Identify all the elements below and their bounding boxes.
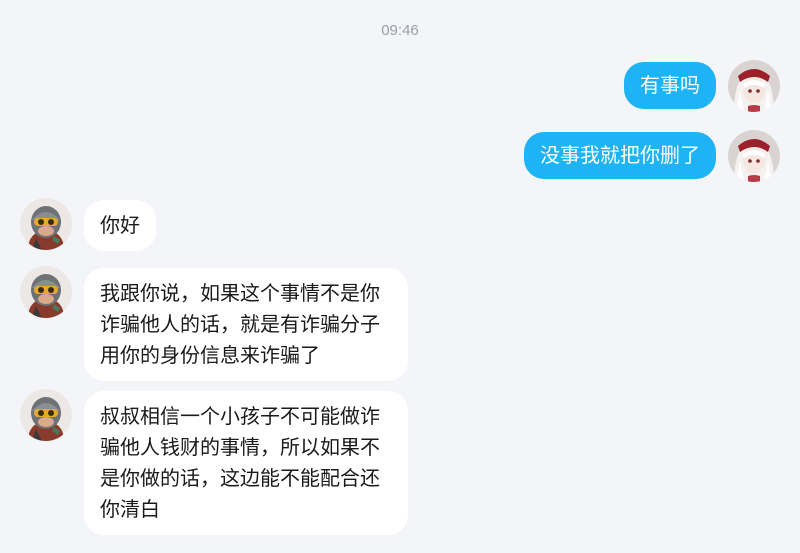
helmeted-character-avatar-icon	[20, 198, 72, 250]
contact-avatar[interactable]	[20, 266, 72, 318]
incoming-message-bubble[interactable]: 叔叔相信一个小孩子不可能做诈骗他人钱财的事情，所以如果不是你做的话，这边能不能配…	[84, 391, 408, 535]
outgoing-message-row: 有事吗	[624, 60, 780, 112]
message-timestamp: 09:46	[381, 22, 419, 39]
incoming-message-bubble[interactable]: 我跟你说，如果这个事情不是你诈骗他人的话，就是有诈骗分子用你的身份信息来诈骗了	[84, 268, 408, 381]
white-haired-girl-avatar-icon	[728, 60, 780, 112]
user-avatar[interactable]	[728, 130, 780, 182]
incoming-message-row: 我跟你说，如果这个事情不是你诈骗他人的话，就是有诈骗分子用你的身份信息来诈骗了	[20, 266, 408, 381]
contact-avatar[interactable]	[20, 389, 72, 441]
incoming-message-row: 你好	[20, 198, 156, 251]
contact-avatar[interactable]	[20, 198, 72, 250]
helmeted-character-avatar-icon	[20, 266, 72, 318]
incoming-message-bubble[interactable]: 你好	[84, 200, 156, 251]
outgoing-message-row: 没事我就把你删了	[524, 130, 780, 182]
outgoing-message-bubble[interactable]: 没事我就把你删了	[524, 132, 716, 179]
user-avatar[interactable]	[728, 60, 780, 112]
white-haired-girl-avatar-icon	[728, 130, 780, 182]
outgoing-message-bubble[interactable]: 有事吗	[624, 62, 716, 109]
incoming-message-row: 叔叔相信一个小孩子不可能做诈骗他人钱财的事情，所以如果不是你做的话，这边能不能配…	[20, 389, 408, 535]
helmeted-character-avatar-icon	[20, 389, 72, 441]
